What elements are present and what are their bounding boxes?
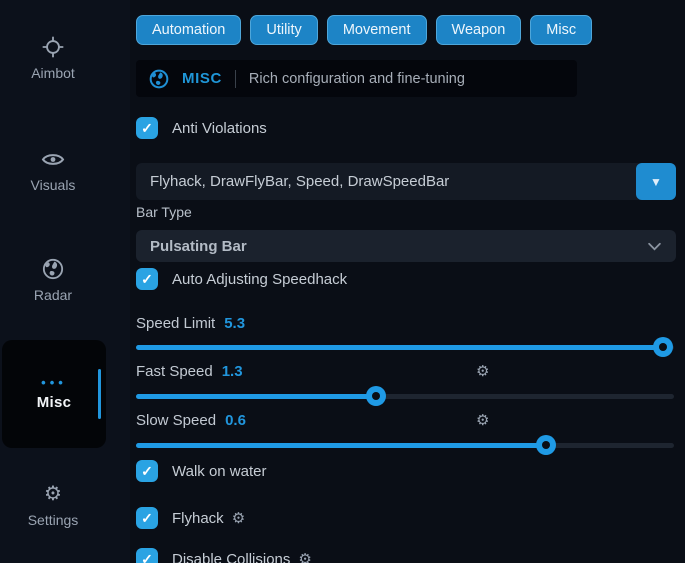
ellipsis-icon: ••• [41, 377, 67, 389]
check-icon: ✓ [141, 464, 153, 478]
slider-value: 0.6 [225, 412, 246, 429]
slider-thumb[interactable] [536, 435, 556, 455]
gear-icon: ⚙ [44, 483, 62, 505]
anti-violations-checkbox[interactable]: ✓ [136, 117, 158, 139]
slider-label: Speed Limit [136, 315, 215, 332]
slider-thumb[interactable] [653, 337, 673, 357]
tab-misc[interactable]: Misc [530, 15, 592, 45]
bars-multiselect[interactable]: Flyhack, DrawFlyBar, Speed, DrawSpeedBar… [136, 163, 676, 200]
check-icon: ✓ [141, 121, 153, 135]
checkbox-label: Anti Violations [172, 120, 267, 137]
check-icon: ✓ [141, 552, 153, 563]
slow-speed-label-row: Slow Speed 0.6 ⚙ [136, 410, 676, 430]
tab-automation[interactable]: Automation [136, 15, 241, 45]
sidebar-item-label: Misc [37, 394, 72, 411]
globe-icon [149, 69, 169, 89]
checkbox-label: Flyhack [172, 510, 224, 527]
flyhack-checkbox[interactable]: ✓ [136, 507, 158, 529]
slider-value: 1.3 [222, 363, 243, 380]
slow-speed-slider[interactable] [136, 435, 676, 455]
auto-adjusting-speedhack-checkbox[interactable]: ✓ [136, 268, 158, 290]
anti-violations-row: ✓ Anti Violations [136, 116, 676, 140]
flyhack-row: ✓ Flyhack ⚙ [136, 506, 676, 530]
sidebar-item-label: Radar [34, 287, 72, 303]
globe-icon [42, 258, 64, 280]
sidebar-item-visuals[interactable]: Visuals [0, 148, 106, 193]
slider-label: Slow Speed [136, 412, 216, 429]
category-tabs: Automation Utility Movement Weapon Misc [136, 15, 592, 45]
sidebar-item-misc[interactable]: ••• Misc [2, 340, 106, 448]
sidebar-item-settings[interactable]: ⚙ Settings [0, 483, 106, 528]
slider-thumb[interactable] [366, 386, 386, 406]
tab-weapon[interactable]: Weapon [436, 15, 522, 45]
fast-speed-label-row: Fast Speed 1.3 ⚙ [136, 361, 676, 381]
sidebar-item-label: Aimbot [31, 65, 75, 81]
gear-icon[interactable]: ⚙ [476, 362, 489, 380]
dropdown-arrow-icon: ▼ [650, 175, 662, 189]
checkbox-label: Walk on water [172, 463, 266, 480]
slider-fill [136, 443, 546, 448]
disable-collisions-row: ✓ Disable Collisions ⚙ [136, 547, 676, 563]
header-divider [235, 70, 236, 88]
chevron-down-icon [647, 242, 662, 251]
gear-icon[interactable]: ⚙ [476, 411, 489, 429]
check-icon: ✓ [141, 511, 153, 525]
checkbox-label: Auto Adjusting Speedhack [172, 271, 347, 288]
sidebar-item-aimbot[interactable]: Aimbot [0, 36, 106, 81]
sidebar-item-label: Visuals [31, 177, 76, 193]
auto-adjusting-speedhack-row: ✓ Auto Adjusting Speedhack [136, 267, 676, 291]
section-title: MISC [182, 70, 222, 87]
gear-icon[interactable]: ⚙ [298, 550, 311, 563]
walk-on-water-checkbox[interactable]: ✓ [136, 460, 158, 482]
disable-collisions-checkbox[interactable]: ✓ [136, 548, 158, 563]
sidebar: Aimbot Visuals Radar [0, 0, 130, 563]
multiselect-dropdown-button[interactable]: ▼ [636, 163, 676, 200]
slider-fill [136, 345, 663, 350]
slider-value: 5.3 [224, 315, 245, 332]
misc-config-window: Aimbot Visuals Radar [0, 0, 685, 563]
speed-limit-slider[interactable] [136, 337, 676, 357]
sidebar-item-radar[interactable]: Radar [0, 258, 106, 303]
section-header: MISC Rich configuration and fine-tuning [136, 60, 577, 97]
tab-utility[interactable]: Utility [250, 15, 317, 45]
section-subtitle: Rich configuration and fine-tuning [249, 71, 465, 87]
check-icon: ✓ [141, 272, 153, 286]
slider-label: Fast Speed [136, 363, 213, 380]
select-value: Pulsating Bar [150, 238, 247, 255]
crosshair-icon [42, 36, 64, 58]
bar-type-select[interactable]: Pulsating Bar [136, 230, 676, 262]
eye-icon [41, 148, 65, 170]
active-indicator-bar [98, 369, 101, 419]
gear-icon[interactable]: ⚙ [232, 509, 245, 527]
sidebar-item-label: Settings [28, 512, 79, 528]
multiselect-value: Flyhack, DrawFlyBar, Speed, DrawSpeedBar [136, 173, 636, 190]
tab-movement[interactable]: Movement [327, 15, 427, 45]
fast-speed-slider[interactable] [136, 386, 676, 406]
checkbox-label: Disable Collisions [172, 551, 290, 563]
slider-fill [136, 394, 376, 399]
bar-type-label: Bar Type [136, 204, 192, 220]
speed-limit-label-row: Speed Limit 5.3 [136, 313, 676, 333]
walk-on-water-row: ✓ Walk on water [136, 459, 676, 483]
